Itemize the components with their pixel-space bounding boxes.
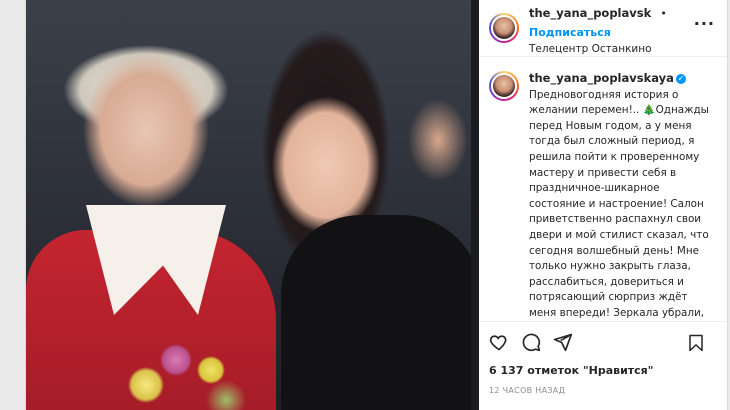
follow-button[interactable]: Подписаться: [529, 26, 611, 39]
post-photo[interactable]: [26, 0, 479, 410]
likes-count[interactable]: 6 137 отметок "Нравится": [479, 362, 727, 382]
post-sidebar: the_yana_poplavsk • Подписаться Телецент…: [479, 0, 727, 410]
avatar[interactable]: [489, 13, 519, 43]
post-header: the_yana_poplavsk • Подписаться Телецент…: [479, 0, 727, 57]
caption-username[interactable]: the_yana_poplavskaya: [529, 71, 674, 85]
location-link[interactable]: Телецентр Останкино: [529, 43, 717, 55]
share-icon[interactable]: [553, 332, 573, 352]
caption-text: Предновогодняя история о желании перемен…: [529, 88, 709, 319]
photo-black-dress: [281, 215, 479, 410]
separator-dot: •: [660, 6, 667, 20]
caption-avatar[interactable]: [489, 71, 519, 101]
comment-icon[interactable]: [521, 332, 541, 352]
verified-badge-icon: ✓: [675, 74, 686, 84]
header-username[interactable]: the_yana_poplavsk: [529, 6, 651, 20]
caption-area: the_yana_poplavskaya ✓ Предновогодняя ист…: [479, 57, 727, 321]
photo-edge: [471, 0, 479, 410]
more-dots-icon[interactable]: ···: [694, 14, 715, 33]
post-timestamp[interactable]: 12 ЧАСОВ НАЗАД: [479, 382, 727, 410]
header-names: the_yana_poplavsk • Подписаться Телецент…: [529, 2, 717, 55]
heart-icon[interactable]: [489, 332, 509, 352]
bookmark-icon[interactable]: [687, 334, 705, 352]
action-bar: [479, 321, 727, 362]
caption-body: the_yana_poplavskaya ✓ Предновогодняя ист…: [529, 71, 714, 321]
photo-flowers: [116, 330, 256, 410]
instagram-post: the_yana_poplavsk • Подписаться Телецент…: [25, 0, 728, 410]
